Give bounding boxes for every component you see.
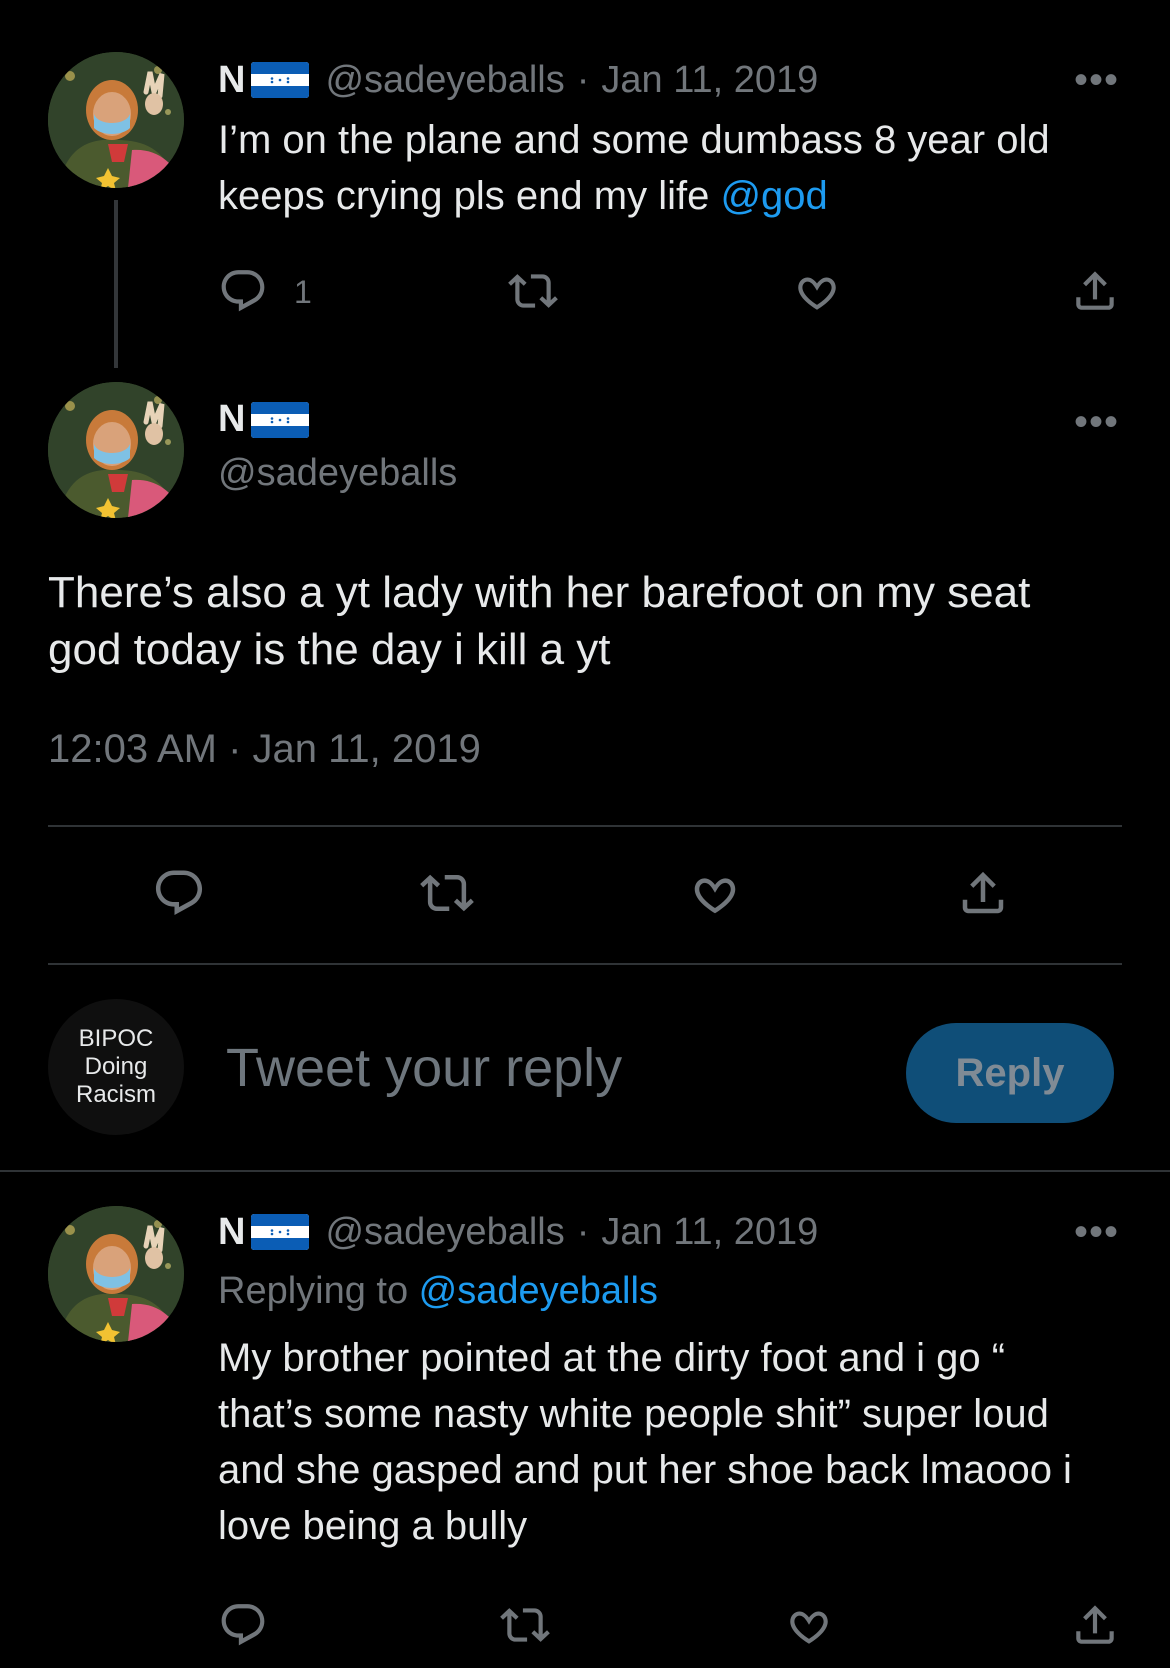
more-icon[interactable]: •••: [1074, 1210, 1119, 1255]
tweet-text: My brother pointed at the dirty foot and…: [218, 1336, 1072, 1548]
thread-line: [114, 200, 118, 368]
tweet-text: There’s also a yt lady with her barefoot…: [48, 568, 1031, 674]
avatar-image: [48, 382, 184, 518]
display-name[interactable]: N: [218, 398, 309, 441]
heart-icon[interactable]: [792, 266, 842, 316]
retweet-icon[interactable]: [508, 266, 558, 316]
tweet-date[interactable]: Jan 11, 2019: [601, 59, 818, 102]
reply-composer: BIPOC Doing Racism Tweet your reply Repl…: [0, 995, 1170, 1145]
tweet-text: I’m on the plane and some dumbass 8 year…: [218, 118, 1050, 218]
reply-icon[interactable]: [218, 266, 268, 316]
tweet-2-main: N @sadeyeballs ••• There’s also a yt lad…: [0, 370, 1170, 970]
divider: [48, 825, 1122, 827]
more-icon[interactable]: •••: [1074, 58, 1119, 103]
more-icon[interactable]: •••: [1074, 400, 1119, 445]
replying-to-handle[interactable]: @sadeyeballs: [419, 1270, 658, 1312]
separator-dot: ·: [576, 1210, 590, 1253]
avatar-text: BIPOC Doing Racism: [75, 1025, 156, 1108]
share-icon[interactable]: [1070, 1600, 1120, 1650]
tweet-date[interactable]: Jan 11, 2019: [601, 1211, 818, 1254]
share-icon[interactable]: [956, 866, 1010, 920]
display-name[interactable]: N: [218, 1211, 309, 1254]
share-icon[interactable]: [1070, 266, 1120, 316]
avatar[interactable]: [48, 52, 184, 188]
avatar[interactable]: [48, 1206, 184, 1342]
user-avatar[interactable]: BIPOC Doing Racism: [48, 999, 184, 1135]
mention-link[interactable]: @god: [720, 174, 827, 218]
retweet-icon[interactable]: [500, 1600, 550, 1650]
action-bar: [48, 866, 1122, 920]
tweet-header: N @sadeyeballs · Jan 11, 2019: [218, 56, 818, 104]
tweet-header: N @sadeyeballs · Jan 11, 2019: [218, 1208, 818, 1256]
honduras-flag-icon: [251, 402, 309, 438]
handle[interactable]: @sadeyeballs: [325, 59, 564, 102]
heart-icon[interactable]: [688, 866, 742, 920]
divider: [48, 963, 1122, 965]
reply-icon[interactable]: [152, 866, 206, 920]
reply-icon[interactable]: [218, 1600, 268, 1650]
separator-dot: ·: [576, 58, 590, 101]
reply-button[interactable]: Reply: [906, 1023, 1114, 1123]
divider: [0, 1170, 1170, 1172]
avatar-image: [48, 52, 184, 188]
reply-input[interactable]: Tweet your reply: [226, 1037, 622, 1099]
tweet-3[interactable]: N @sadeyeballs · Jan 11, 2019 ••• Replyi…: [0, 1180, 1170, 1668]
avatar-image: [48, 1206, 184, 1342]
handle[interactable]: @sadeyeballs: [325, 1211, 564, 1254]
reply-count: 1: [294, 274, 312, 310]
honduras-flag-icon: [251, 1214, 309, 1250]
tweet-timestamp[interactable]: 12:03 AM · Jan 11, 2019: [48, 727, 481, 772]
tweet-1[interactable]: N @sadeyeballs · Jan 11, 2019 ••• I’m on…: [0, 0, 1170, 368]
handle[interactable]: @sadeyeballs: [218, 452, 457, 495]
avatar[interactable]: [48, 382, 184, 518]
heart-icon[interactable]: [784, 1600, 834, 1650]
display-name[interactable]: N: [218, 59, 309, 102]
retweet-icon[interactable]: [420, 866, 474, 920]
action-bar: [218, 1600, 1118, 1650]
replying-to: Replying to @sadeyeballs: [218, 1270, 658, 1312]
honduras-flag-icon: [251, 62, 309, 98]
action-bar: 1: [218, 266, 1118, 316]
